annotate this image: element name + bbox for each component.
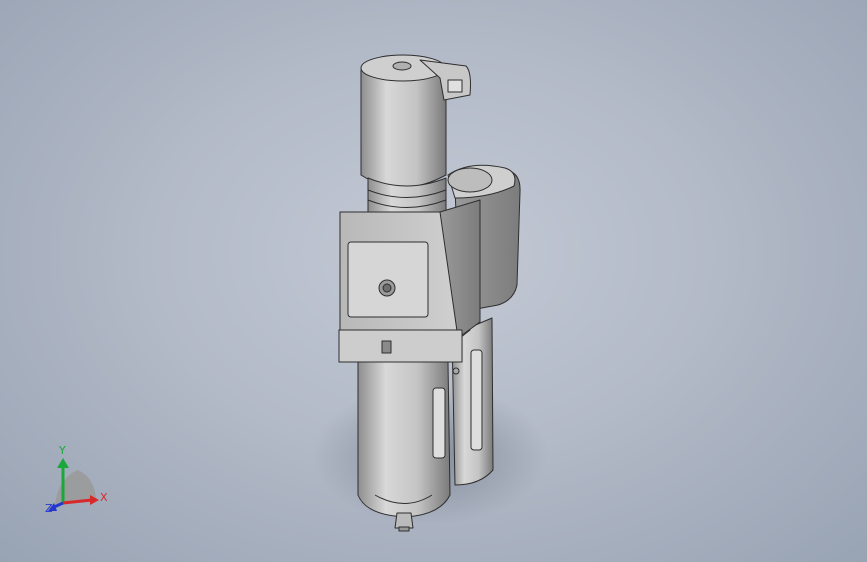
drain-valve-tip [398, 526, 410, 532]
triad-z-label: Z [45, 502, 53, 515]
filter-regulator-lubricator[interactable] [338, 54, 521, 532]
lubricator-sight-glass [470, 349, 483, 451]
lubricator-screw [452, 367, 460, 375]
knob-lock-slot [447, 79, 463, 93]
gauge-port-plate [347, 241, 429, 318]
cad-model[interactable] [0, 0, 867, 562]
lubricator-cap [447, 167, 493, 193]
filter-sight-glass [432, 387, 446, 459]
drain-marker [381, 340, 392, 354]
triad-x-label: X [100, 491, 108, 504]
bowl-guard-header [338, 329, 463, 363]
gauge-port-inner [382, 283, 392, 293]
3d-viewport[interactable]: Y X Z [0, 0, 867, 562]
regulator-knob[interactable] [360, 69, 447, 188]
drain-valve[interactable] [394, 512, 414, 529]
triad-y-label: Y [59, 444, 66, 457]
knob-indicator [392, 61, 412, 71]
